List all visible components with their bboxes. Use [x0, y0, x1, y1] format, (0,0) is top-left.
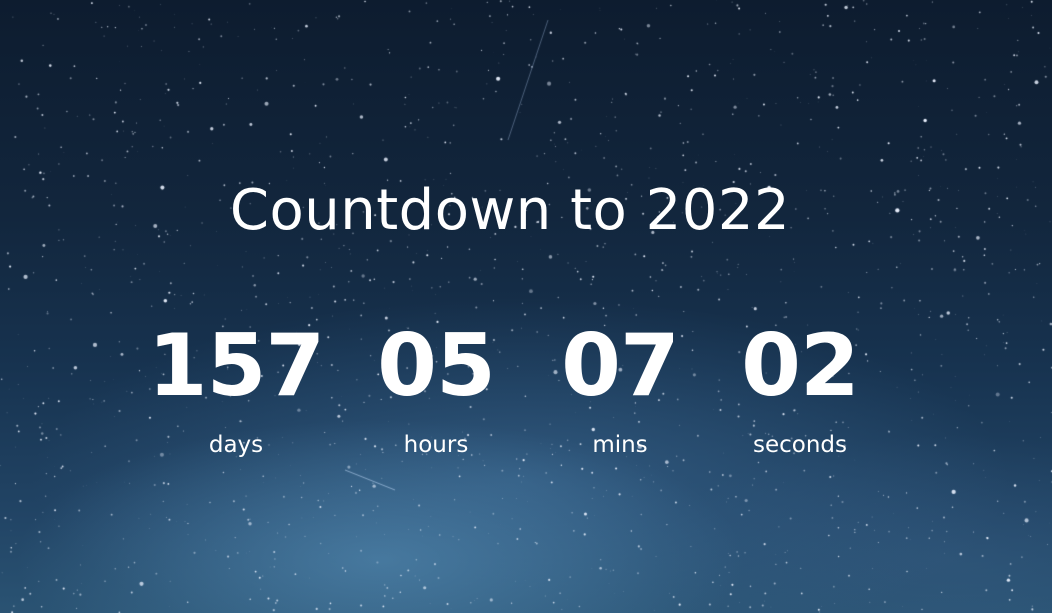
mins-label: mins [592, 432, 648, 458]
hours-label: hours [403, 432, 469, 458]
countdown-page: Countdown to 2022 157 days 05 hours 07 m… [0, 0, 1052, 613]
mins-value: 07 [561, 316, 680, 416]
seconds-value: 02 [741, 316, 860, 416]
days-label: days [208, 432, 264, 458]
countdown-hours: 05 hours [336, 316, 536, 460]
countdown-mins: 07 mins [520, 316, 720, 460]
countdown-seconds: 02 seconds [700, 316, 900, 460]
days-value: 157 [147, 316, 326, 416]
page-title: Countdown to 2022 [229, 178, 791, 243]
starry-sky-background [0, 0, 1052, 613]
countdown-days: 157 days [136, 316, 336, 460]
hours-value: 05 [377, 316, 496, 416]
seconds-label: seconds [752, 432, 847, 458]
